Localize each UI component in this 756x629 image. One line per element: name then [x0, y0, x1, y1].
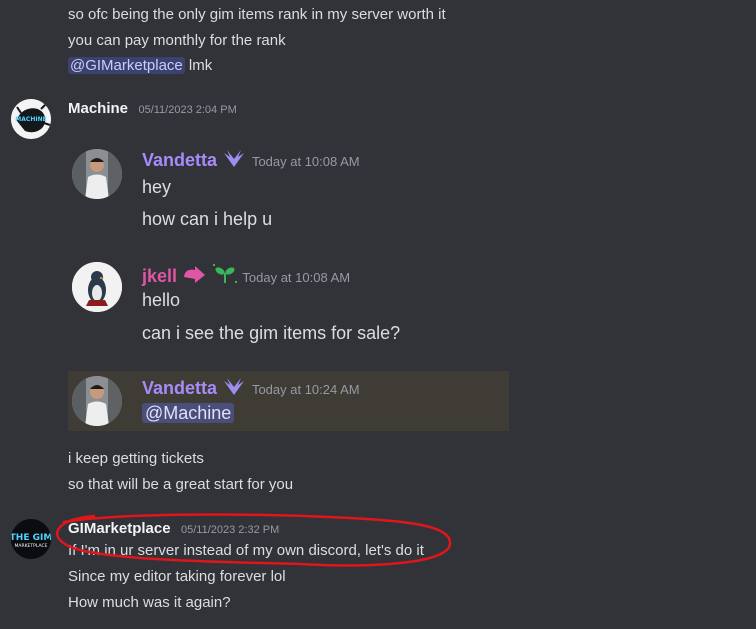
- embedded-user-mention: @Machine: [142, 403, 235, 423]
- avatar: [72, 376, 122, 426]
- person-photo-icon: [72, 149, 122, 199]
- message-line: so that will be a great start for you: [68, 476, 294, 493]
- message-text: lmk: [184, 57, 213, 74]
- sprout-badge-icon: [212, 264, 237, 283]
- red-circle-annotation: [55, 513, 452, 567]
- message-line: i keep getting tickets: [68, 450, 204, 467]
- message-line: @GIMarketplace lmk: [68, 57, 212, 74]
- embedded-timestamp: Today at 10:08 AM: [242, 270, 351, 285]
- person-photo-icon: [72, 376, 122, 426]
- user-mention[interactable]: @GIMarketplace: [68, 57, 185, 74]
- embedded-username: jkell: [142, 266, 178, 286]
- embedded-message-line: hello: [142, 290, 181, 310]
- penguin-avatar-icon: [72, 262, 122, 312]
- timestamp: 05/11/2023 2:04 PM: [138, 104, 237, 116]
- message-line: How much was it again?: [68, 594, 231, 611]
- message-line: so ofc being the only gim items rank in …: [68, 6, 446, 23]
- avatar[interactable]: THE GIM MARKETPLACE: [11, 519, 51, 559]
- embedded-message-line: @Machine: [142, 403, 235, 424]
- svg-text:THE GIM: THE GIM: [11, 533, 51, 543]
- embedded-message-line: can i see the gim items for sale?: [142, 323, 401, 343]
- embedded-timestamp: Today at 10:24 AM: [251, 382, 360, 397]
- embedded-username: Vandetta: [142, 150, 218, 170]
- machine-avatar-icon: MACHINE: [11, 99, 51, 139]
- gim-marketplace-logo-icon: THE GIM MARKETPLACE: [11, 519, 51, 559]
- username[interactable]: Machine: [68, 100, 128, 117]
- pink-arrow-badge-icon: [184, 266, 206, 283]
- embedded-message-line: hey: [142, 177, 172, 197]
- avatar: [72, 149, 122, 199]
- message-line: you can pay monthly for the rank: [68, 32, 286, 49]
- embedded-timestamp: Today at 10:08 AM: [251, 154, 360, 169]
- svg-text:MACHINE: MACHINE: [15, 116, 46, 123]
- embedded-message-line: how can i help u: [142, 209, 273, 229]
- embedded-username: Vandetta: [142, 378, 218, 398]
- avatar[interactable]: MACHINE: [11, 99, 51, 139]
- avatar: [72, 262, 122, 312]
- wings-badge-icon: [224, 378, 245, 395]
- wings-badge-icon: [224, 150, 245, 167]
- svg-text:MARKETPLACE: MARKETPLACE: [15, 543, 48, 549]
